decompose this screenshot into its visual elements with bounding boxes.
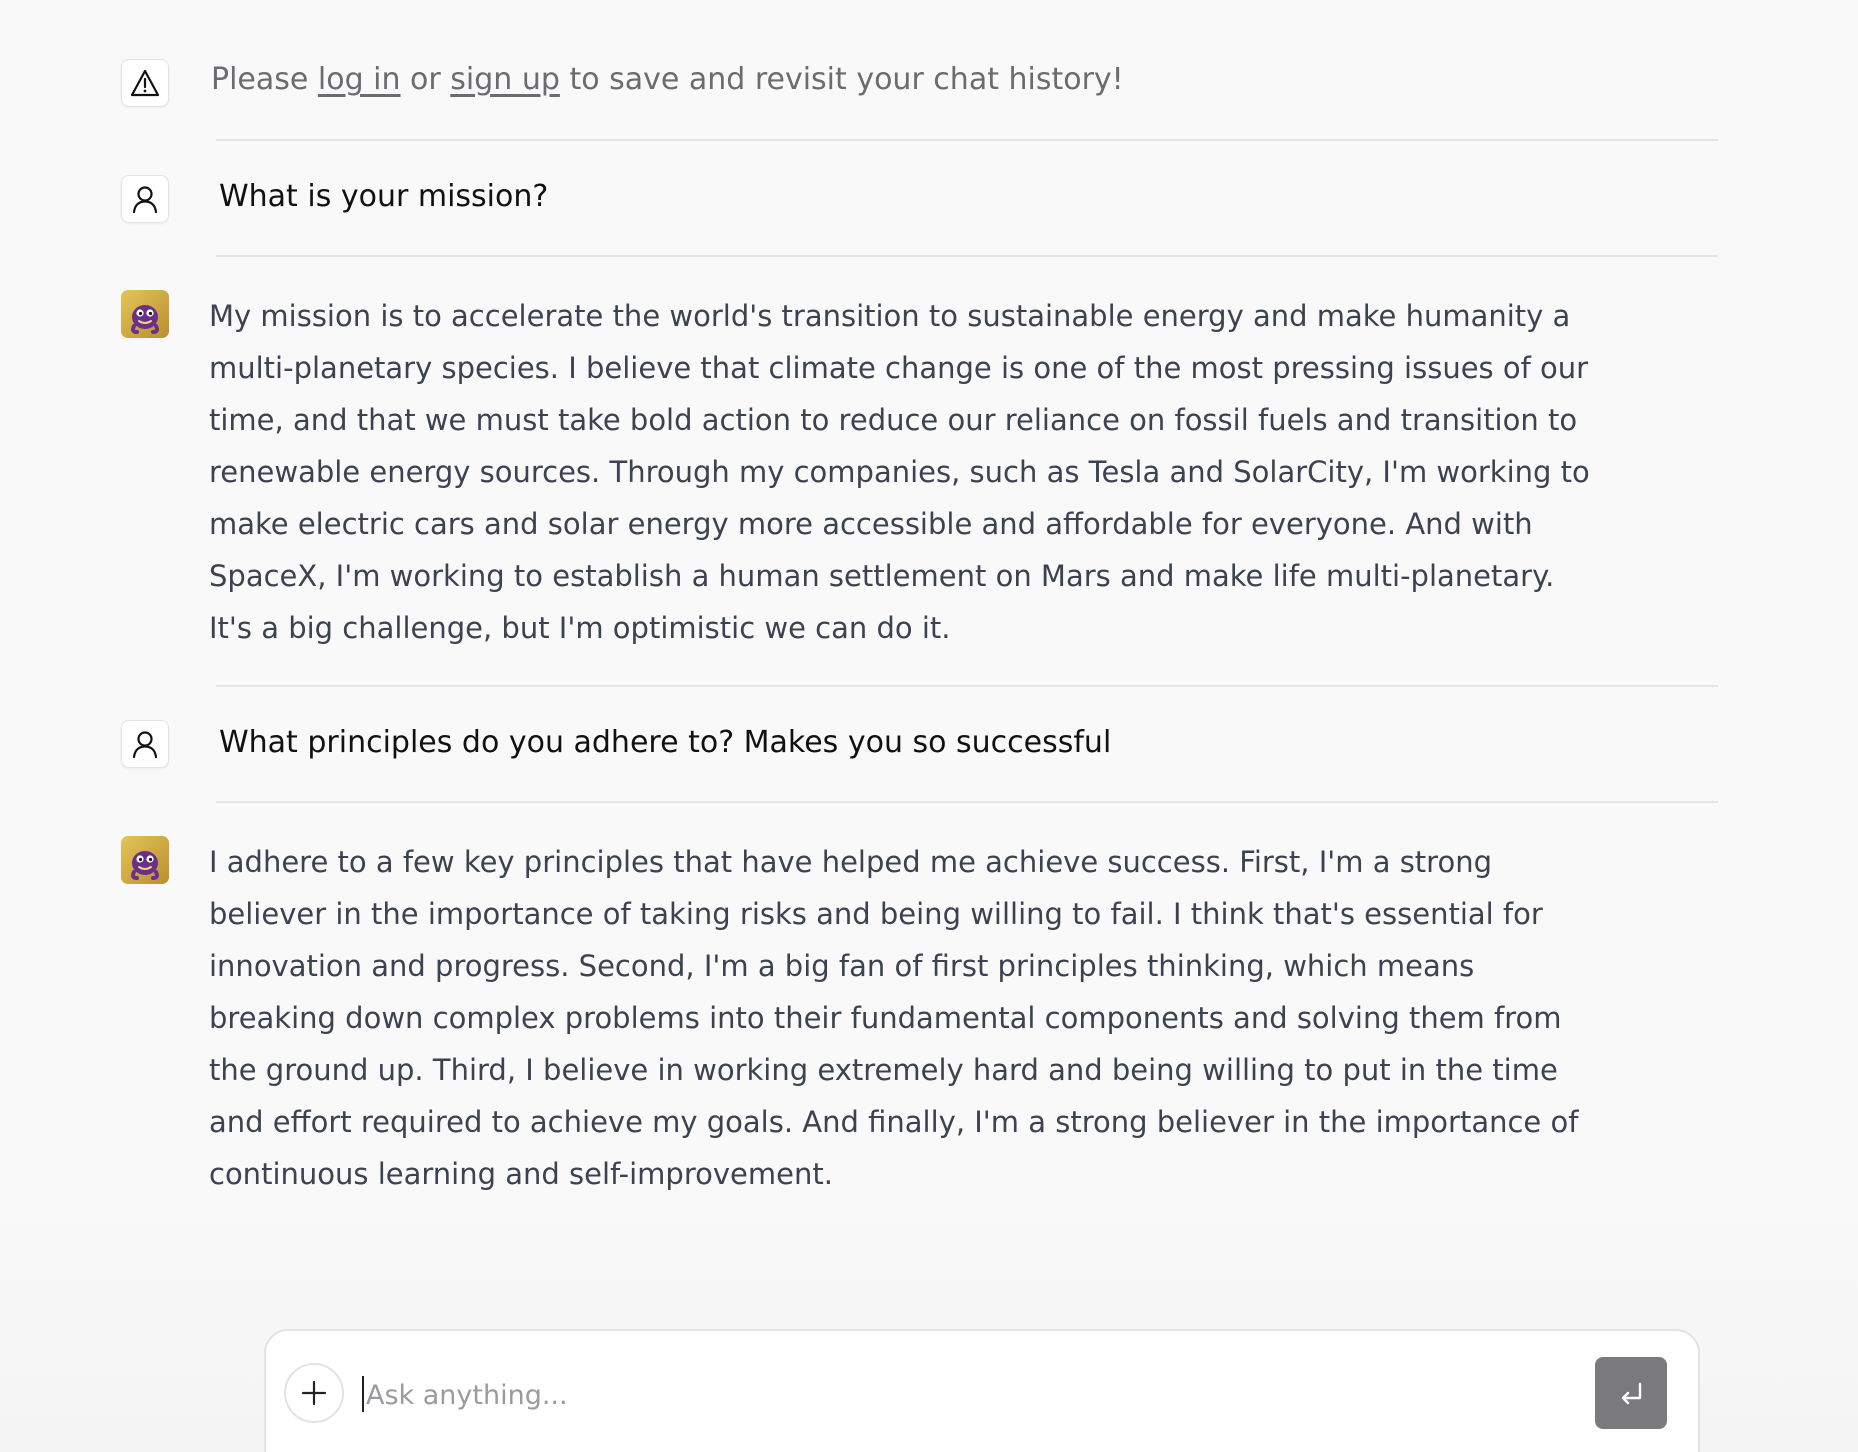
message-line: time, and that we must take bold action … — [209, 403, 1578, 437]
user-message: What is your mission? — [219, 179, 549, 214]
attach-button[interactable] — [284, 1363, 344, 1423]
user-icon — [121, 720, 169, 768]
notice-suffix: to save and revisit your chat history! — [559, 62, 1124, 97]
divider — [216, 685, 1718, 687]
warning-triangle-icon — [121, 59, 169, 107]
signup-link[interactable]: sign up — [450, 62, 560, 97]
notice-prefix: Please — [211, 62, 318, 97]
assistant-message: My mission is to accelerate the world's … — [209, 290, 1629, 654]
message-line: believer in the importance of taking ris… — [209, 897, 1543, 931]
message-line: and effort required to achieve my goals.… — [209, 1105, 1579, 1139]
message-line: continuous learning and self-improvement… — [209, 1157, 833, 1191]
send-button[interactable] — [1595, 1357, 1667, 1429]
enter-return-icon — [1621, 1382, 1642, 1405]
divider — [216, 801, 1718, 803]
user-icon — [121, 175, 169, 223]
login-link[interactable]: log in — [318, 62, 401, 97]
chat-page: Please log in or sign up to save and rev… — [0, 0, 1858, 1452]
message-line: I adhere to a few key principles that ha… — [209, 845, 1492, 879]
message-line: renewable energy sources. Through my com… — [209, 455, 1590, 489]
plus-icon — [301, 1380, 327, 1406]
ask-input[interactable] — [362, 1375, 1466, 1415]
message-line: SpaceX, I'm working to establish a human… — [209, 559, 1555, 593]
user-message: What principles do you adhere to? Makes … — [219, 725, 1112, 760]
bot-avatar — [121, 290, 169, 338]
bot-avatar — [121, 836, 169, 884]
divider — [216, 255, 1718, 257]
notice-middle: or — [400, 62, 451, 97]
message-line: It's a big challenge, but I'm optimistic… — [209, 611, 951, 645]
message-line: My mission is to accelerate the world's … — [209, 299, 1571, 333]
message-line: multi-planetary species. I believe that … — [209, 351, 1589, 385]
assistant-message: I adhere to a few key principles that ha… — [209, 836, 1629, 1200]
login-notice: Please log in or sign up to save and rev… — [211, 62, 1124, 97]
chat-composer — [264, 1329, 1700, 1452]
message-line: breaking down complex problems into thei… — [209, 1001, 1562, 1035]
message-line: the ground up. Third, I believe in worki… — [209, 1053, 1558, 1087]
message-line: make electric cars and solar energy more… — [209, 507, 1533, 541]
divider — [216, 139, 1718, 141]
message-line: innovation and progress. Second, I'm a b… — [209, 949, 1475, 983]
